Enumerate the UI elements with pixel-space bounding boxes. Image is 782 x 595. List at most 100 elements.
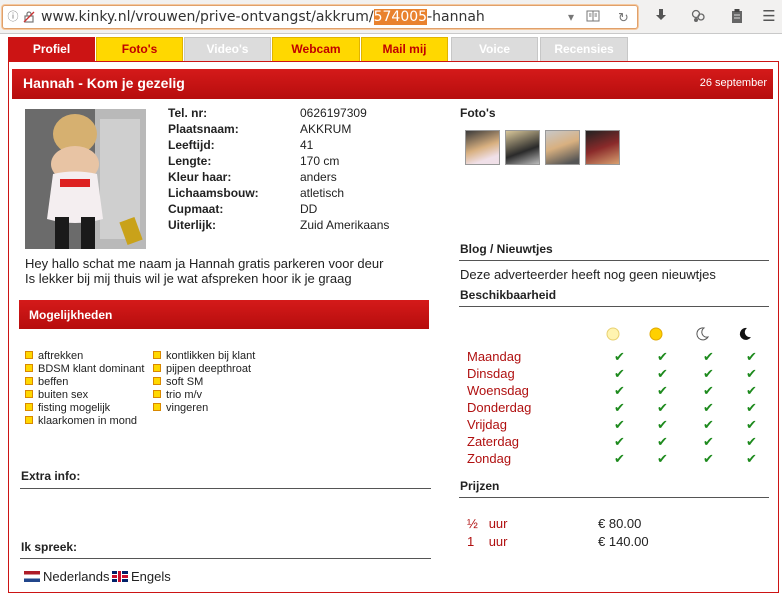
bullet-icon <box>25 351 33 360</box>
list-item: BDSM klant dominant <box>25 363 144 376</box>
info-label: Cupmaat: <box>168 202 224 216</box>
available-check-icon: ✔ <box>657 383 668 398</box>
clipboard-icon[interactable] <box>728 8 746 26</box>
photo-thumbnail[interactable] <box>585 130 620 165</box>
available-check-icon: ✔ <box>657 349 668 364</box>
photo-thumbnail[interactable] <box>505 130 540 165</box>
available-check-icon: ✔ <box>746 434 757 449</box>
info-value: DD <box>300 202 318 216</box>
available-check-icon: ✔ <box>746 383 757 398</box>
info-value: anders <box>300 170 337 184</box>
available-check-icon: ✔ <box>614 349 625 364</box>
list-item: soft SM <box>153 376 203 389</box>
list-item: beffen <box>25 376 68 389</box>
available-check-icon: ✔ <box>657 400 668 415</box>
available-check-icon: ✔ <box>657 417 668 432</box>
url-text[interactable]: www.kinky.nl/vrouwen/prive-ontvangst/akk… <box>41 9 485 25</box>
reload-icon[interactable]: ↻ <box>618 10 629 26</box>
beschikbaarheid-title: Beschikbaarheid <box>460 288 557 302</box>
reader-view-icon[interactable] <box>586 10 600 25</box>
info-value: Zuid Amerikaans <box>300 218 390 232</box>
tab-recensies[interactable]: Recensies <box>540 37 628 61</box>
list-item: buiten sex <box>25 389 88 402</box>
evening-moon-icon <box>694 326 710 342</box>
languages-title: Ik spreek: <box>21 540 78 554</box>
tab-profiel[interactable]: Profiel <box>8 37 95 61</box>
insecure-connection-icon[interactable] <box>23 11 35 23</box>
price-value: € 80.00 <box>598 516 642 531</box>
available-check-icon: ✔ <box>746 366 757 381</box>
available-check-icon: ✔ <box>746 417 757 432</box>
list-item: aftrekken <box>25 350 83 363</box>
info-value: 170 cm <box>300 154 340 168</box>
day-label: Donderdag <box>467 400 532 415</box>
blog-title: Blog / Nieuwtjes <box>460 242 553 256</box>
available-check-icon: ✔ <box>703 366 714 381</box>
profile-photo[interactable] <box>25 109 146 249</box>
info-icon[interactable]: ⓘ <box>7 11 19 23</box>
extra-info-title: Extra info: <box>21 469 81 483</box>
url-bar[interactable]: ⓘ www.kinky.nl/vrouwen/prive-ontvangst/a… <box>2 5 638 29</box>
info-label: Plaatsnaam: <box>168 122 239 136</box>
available-check-icon: ✔ <box>746 451 757 466</box>
list-item: trio m/v <box>153 389 202 402</box>
info-label: Lichaamsbouw: <box>168 186 259 200</box>
bullet-icon <box>153 351 161 360</box>
photo-thumbnail[interactable] <box>545 130 580 165</box>
available-check-icon: ✔ <box>703 417 714 432</box>
profile-header: Hannah - Kom je gezelig 26 september <box>12 69 773 99</box>
bullet-icon <box>25 390 33 399</box>
menu-icon[interactable]: ☰ <box>760 8 778 26</box>
afternoon-sun-icon <box>648 326 664 342</box>
list-item: fisting mogelijk <box>25 402 110 415</box>
info-value: 41 <box>300 138 314 152</box>
list-item: klaarkomen in mond <box>25 415 137 428</box>
price-label: 1 uur <box>467 534 508 549</box>
description-line: Hey hallo schat me naam ja Hannah gratis… <box>25 256 384 271</box>
profile-date: 26 september <box>699 77 767 89</box>
bullet-icon <box>25 364 33 373</box>
language-item: Engels <box>112 569 171 584</box>
nl-flag-icon <box>24 571 40 583</box>
info-label: Tel. nr: <box>168 106 208 120</box>
list-item: kontlikken bij klant <box>153 350 255 363</box>
available-check-icon: ✔ <box>746 349 757 364</box>
tab-videos[interactable]: Video's <box>184 37 271 61</box>
extension-icon[interactable] <box>689 8 707 26</box>
info-label: Uiterlijk: <box>168 218 217 232</box>
blog-text: Deze adverteerder heeft nog geen nieuwtj… <box>460 267 716 282</box>
bullet-icon <box>25 416 33 425</box>
download-icon[interactable] <box>652 8 670 26</box>
tab-mail-mij[interactable]: Mail mij <box>361 37 448 61</box>
language-item: Nederlands <box>24 569 110 584</box>
profile-title: Hannah - Kom je gezelig <box>23 75 185 91</box>
bullet-icon <box>153 364 161 373</box>
dropdown-arrow-icon[interactable]: ▾ <box>568 10 574 24</box>
available-check-icon: ✔ <box>614 383 625 398</box>
available-check-icon: ✔ <box>614 366 625 381</box>
available-check-icon: ✔ <box>703 383 714 398</box>
day-label: Zondag <box>467 451 512 466</box>
tab-webcam[interactable]: Webcam <box>272 37 360 61</box>
info-value: atletisch <box>300 186 345 200</box>
day-label: Vrijdag <box>467 417 507 432</box>
info-label: Lengte: <box>168 154 212 168</box>
info-value: 0626197309 <box>300 106 367 120</box>
divider <box>20 558 431 559</box>
tab-fotos[interactable]: Foto's <box>96 37 183 61</box>
info-label: Leeftijd: <box>168 138 215 152</box>
info-label: Kleur haar: <box>168 170 232 184</box>
tab-voice[interactable]: Voice <box>451 37 538 61</box>
photo-thumbnail[interactable] <box>465 130 500 165</box>
available-check-icon: ✔ <box>657 451 668 466</box>
available-check-icon: ✔ <box>614 434 625 449</box>
divider <box>20 488 431 489</box>
price-value: € 140.00 <box>598 534 649 549</box>
available-check-icon: ✔ <box>703 400 714 415</box>
day-label: Maandag <box>467 349 522 364</box>
browser-toolbar: ⓘ www.kinky.nl/vrouwen/prive-ontvangst/a… <box>0 0 782 34</box>
fotos-title: Foto's <box>460 106 496 120</box>
available-check-icon: ✔ <box>703 349 714 364</box>
list-item: vingeren <box>153 402 208 415</box>
day-label: Zaterdag <box>467 434 520 449</box>
